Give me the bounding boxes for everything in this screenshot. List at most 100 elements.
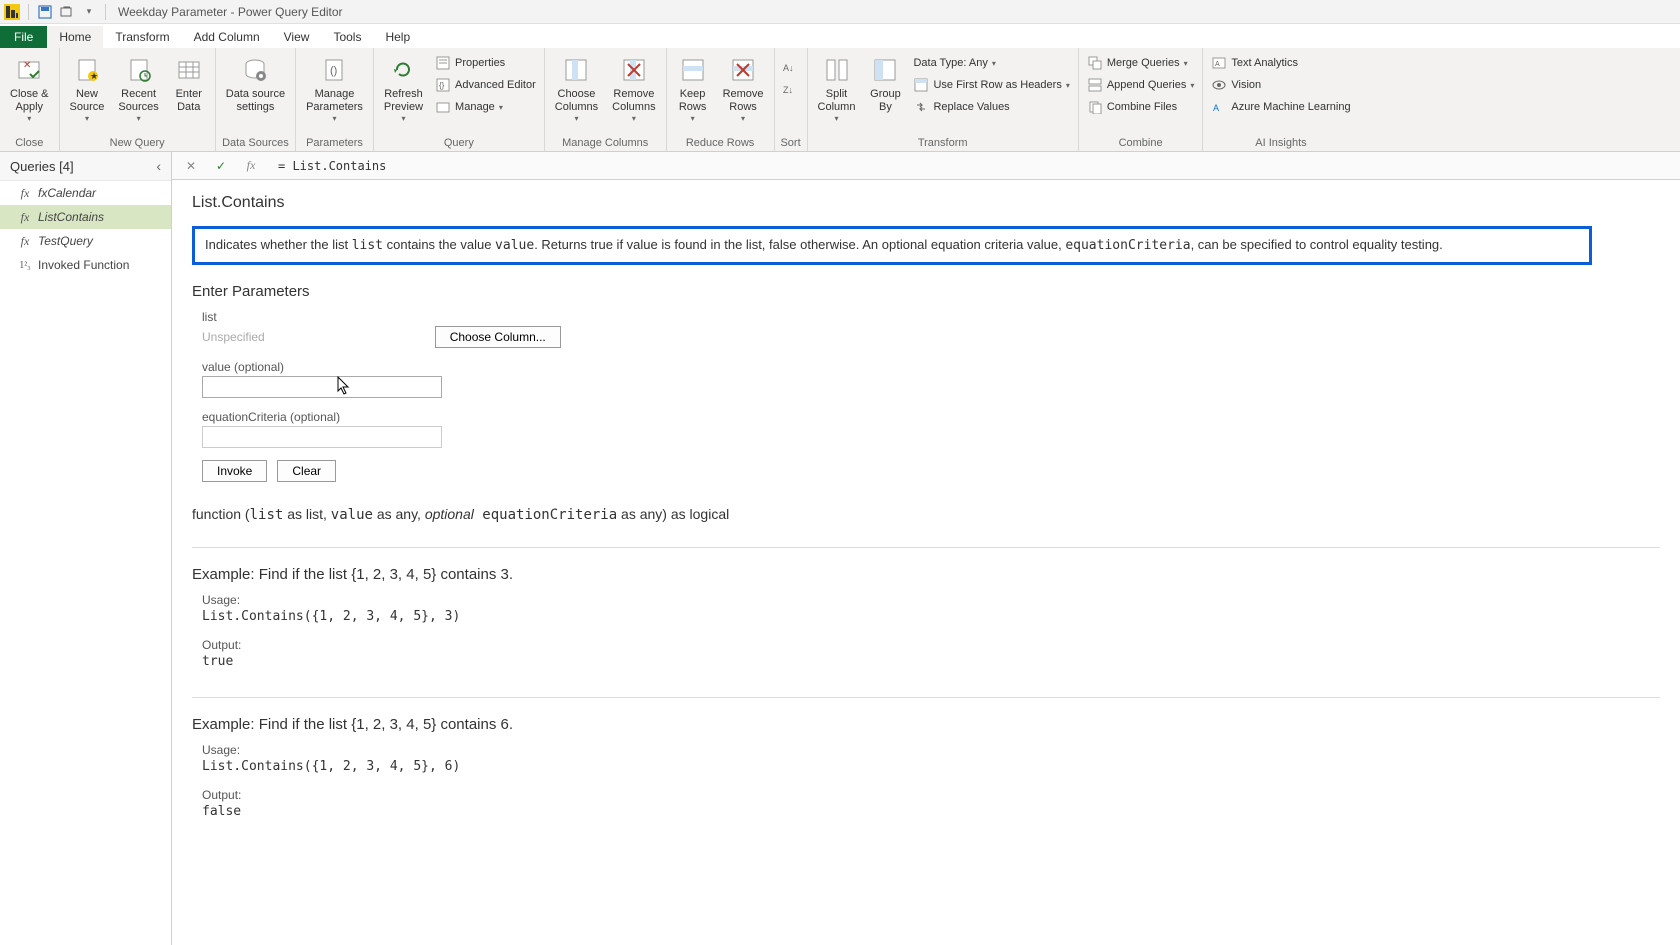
advanced-editor-button[interactable]: {}Advanced Editor: [431, 74, 540, 96]
choose-columns-label: Choose Columns: [555, 88, 598, 114]
body: Queries [4] ‹ fx fxCalendar fx ListConta…: [0, 152, 1680, 945]
keep-rows-label: Keep Rows: [679, 88, 707, 114]
group-label-datasources: Data Sources: [220, 135, 291, 151]
fx-icon[interactable]: fx: [240, 155, 262, 177]
query-label: ListContains: [38, 210, 104, 224]
param-value-input[interactable]: [202, 376, 442, 398]
query-item-invoked-function[interactable]: 1²₃ Invoked Function: [0, 253, 171, 277]
group-label-close: Close: [4, 135, 55, 151]
properties-icon: [435, 55, 451, 71]
tab-view[interactable]: View: [272, 26, 322, 48]
query-label: TestQuery: [38, 234, 93, 248]
invoke-button[interactable]: Invoke: [202, 460, 267, 482]
append-queries-button[interactable]: Append Queries ▾: [1083, 74, 1199, 96]
tab-add-column[interactable]: Add Column: [182, 26, 272, 48]
sort-asc-icon: A↓: [783, 59, 799, 75]
group-label-parameters: Parameters: [300, 135, 369, 151]
group-label-query: Query: [378, 135, 540, 151]
function-icon: fx: [18, 186, 32, 200]
sort-asc-button[interactable]: A↓: [779, 56, 803, 78]
tab-tools[interactable]: Tools: [321, 26, 373, 48]
properties-button[interactable]: Properties: [431, 52, 540, 74]
close-apply-button[interactable]: ✕ Close & Apply ▾: [4, 52, 55, 126]
choose-column-button[interactable]: Choose Column...: [435, 326, 561, 348]
text-analytics-icon: A: [1211, 55, 1227, 71]
tab-transform[interactable]: Transform: [103, 26, 181, 48]
data-source-settings-icon: [239, 54, 271, 86]
keep-rows-button[interactable]: Keep Rows▾: [671, 52, 715, 126]
group-by-label: Group By: [870, 88, 901, 114]
sort-desc-button[interactable]: Z↓: [779, 78, 803, 100]
replace-values-button[interactable]: Replace Values: [909, 96, 1073, 118]
group-label-reducerows: Reduce Rows: [671, 135, 770, 151]
data-source-settings-button[interactable]: Data source settings: [220, 52, 291, 116]
svg-text:(): (): [330, 65, 337, 77]
vision-button[interactable]: Vision: [1207, 74, 1354, 96]
append-icon: [1087, 77, 1103, 93]
main: ✕ ✓ fx = List.Contains List.Contains Ind…: [172, 152, 1680, 945]
manage-parameters-button[interactable]: () Manage Parameters▾: [300, 52, 369, 126]
refresh-icon: [387, 54, 419, 86]
refresh-label: Refresh Preview: [384, 88, 423, 114]
param-eqcriteria-input[interactable]: [202, 426, 442, 448]
qat-divider-2: [105, 4, 106, 20]
group-label-transform: Transform: [812, 135, 1074, 151]
query-item-listcontains[interactable]: fx ListContains: [0, 205, 171, 229]
menu-tabs: File Home Transform Add Column View Tool…: [0, 24, 1680, 48]
svg-text:A: A: [1215, 61, 1220, 68]
ribbon-group-sort: A↓ Z↓ Sort: [775, 48, 808, 151]
azure-ml-button[interactable]: AAzure Machine Learning: [1207, 96, 1354, 118]
titlebar: ▾ Weekday Parameter - Power Query Editor: [0, 0, 1680, 24]
remove-rows-button[interactable]: Remove Rows▾: [717, 52, 770, 126]
ribbon-group-parameters: () Manage Parameters▾ Parameters: [296, 48, 374, 151]
replace-icon: [913, 99, 929, 115]
svg-text:{}: {}: [439, 81, 445, 90]
vision-icon: [1211, 77, 1227, 93]
formula-text[interactable]: = List.Contains: [270, 159, 1672, 173]
data-type-button[interactable]: Data Type: Any ▾: [909, 52, 1073, 74]
window-title: Weekday Parameter - Power Query Editor: [118, 5, 343, 19]
query-label: Invoked Function: [38, 258, 129, 272]
save-icon[interactable]: [37, 4, 53, 20]
collapse-pane-icon[interactable]: ‹: [156, 158, 161, 174]
first-row-headers-button[interactable]: Use First Row as Headers ▾: [909, 74, 1073, 96]
commit-formula-icon[interactable]: ✓: [210, 155, 232, 177]
recent-sources-button[interactable]: Recent Sources▾: [112, 52, 164, 126]
enter-parameters-heading: Enter Parameters: [192, 283, 1660, 300]
qat-dropdown-icon[interactable]: ▾: [81, 4, 97, 20]
split-column-button[interactable]: Split Column▾: [812, 52, 862, 126]
cancel-formula-icon[interactable]: ✕: [180, 155, 202, 177]
group-by-button[interactable]: Group By: [863, 52, 907, 116]
enter-data-button[interactable]: Enter Data: [167, 52, 211, 116]
refresh-preview-button[interactable]: Refresh Preview▾: [378, 52, 429, 126]
svg-text:A↓: A↓: [783, 63, 794, 73]
ribbon-group-combine: Merge Queries ▾ Append Queries ▾ Combine…: [1079, 48, 1204, 151]
group-label-ai: AI Insights: [1207, 135, 1354, 151]
query-item-fxcalendar[interactable]: fx fxCalendar: [0, 181, 171, 205]
undo-icon[interactable]: [59, 4, 75, 20]
recent-sources-label: Recent Sources: [118, 88, 158, 114]
tab-help[interactable]: Help: [373, 26, 422, 48]
new-source-button[interactable]: ★ New Source▾: [64, 52, 111, 126]
merge-queries-button[interactable]: Merge Queries ▾: [1083, 52, 1199, 74]
manage-button[interactable]: Manage ▾: [431, 96, 540, 118]
tab-home[interactable]: Home: [47, 26, 103, 48]
svg-text:✕: ✕: [23, 60, 31, 71]
choose-columns-button[interactable]: Choose Columns▾: [549, 52, 604, 126]
example-1-output: true: [202, 654, 1660, 669]
query-item-testquery[interactable]: fx TestQuery: [0, 229, 171, 253]
example-1-body: Usage: List.Contains({1, 2, 3, 4, 5}, 3)…: [202, 593, 1660, 669]
param-value-label: value (optional): [202, 360, 1660, 374]
tab-file[interactable]: File: [0, 26, 47, 48]
remove-columns-icon: [618, 54, 650, 86]
clear-button[interactable]: Clear: [277, 460, 336, 482]
example-2-output: false: [202, 804, 1660, 819]
remove-columns-button[interactable]: Remove Columns▾: [606, 52, 661, 126]
ribbon-group-transform: Split Column▾ Group By Data Type: Any ▾ …: [808, 48, 1079, 151]
queries-header: Queries [4] ‹: [0, 152, 171, 181]
combine-files-button[interactable]: Combine Files: [1083, 96, 1199, 118]
output-label: Output:: [202, 638, 1660, 652]
param-buttons: Invoke Clear: [202, 460, 1660, 482]
text-analytics-button[interactable]: AText Analytics: [1207, 52, 1354, 74]
close-apply-icon: ✕: [13, 54, 45, 86]
